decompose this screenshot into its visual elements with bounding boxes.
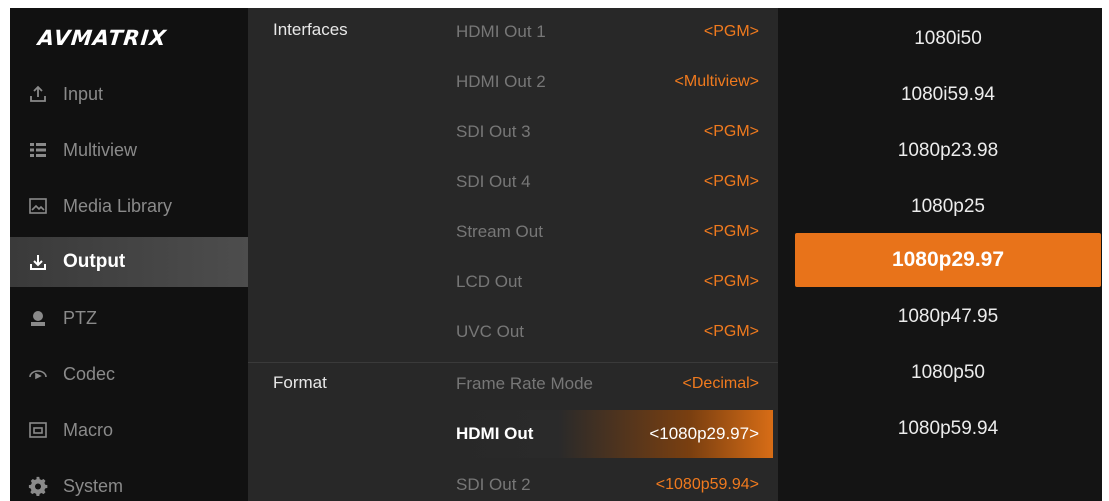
- sidebar-item-input[interactable]: Input: [10, 69, 248, 119]
- sidebar-item-media-library[interactable]: Media Library: [10, 181, 248, 231]
- setting-value: <PGM>: [703, 273, 759, 290]
- setting-label: SDI Out 4: [456, 172, 531, 191]
- gear-icon: [27, 475, 49, 497]
- setting-row-hdmi-out-1[interactable]: HDMI Out 1 <PGM>: [443, 8, 773, 56]
- setting-label: HDMI Out: [456, 424, 534, 443]
- sidebar-item-label: System: [63, 475, 124, 496]
- setting-value: <Multiview>: [674, 73, 759, 90]
- ptz-camera-icon: [27, 307, 49, 329]
- setting-label: SDI Out 3: [456, 122, 531, 141]
- sidebar: AVMATRIX Input Multiview Media Library O…: [10, 8, 268, 501]
- setting-label: SDI Out 2: [456, 475, 531, 494]
- setting-value: <1080p59.94>: [655, 476, 759, 493]
- setting-value: <1080p29.97>: [649, 424, 759, 443]
- codec-icon: [27, 363, 49, 385]
- option-item[interactable]: 1080p23.98: [795, 124, 1101, 178]
- setting-label: Stream Out: [456, 222, 543, 241]
- setting-label: HDMI Out 2: [456, 72, 546, 91]
- setting-label: LCD Out: [456, 272, 523, 291]
- section-title-format: Format: [273, 373, 327, 392]
- option-item[interactable]: 1080i59.94: [795, 68, 1101, 122]
- option-item[interactable]: 1080p47.95: [795, 290, 1101, 344]
- setting-row-hdmi-out-format[interactable]: HDMI Out <1080p29.97>: [443, 410, 773, 458]
- setting-label: HDMI Out 1: [456, 22, 546, 41]
- image-icon: [27, 195, 49, 217]
- output-settings-panel: Interfaces Format HDMI Out 1 <PGM> HDMI …: [248, 8, 778, 501]
- sidebar-item-label: Input: [63, 83, 104, 104]
- sidebar-item-multiview[interactable]: Multiview: [10, 125, 248, 175]
- option-item[interactable]: 1080i50: [795, 12, 1101, 66]
- setting-value: <PGM>: [703, 173, 759, 190]
- format-options-list: 1080i50 1080i59.94 1080p23.98 1080p25 10…: [778, 8, 1102, 501]
- setting-row-sdi-out-3[interactable]: SDI Out 3 <PGM>: [443, 108, 773, 156]
- setting-value: <PGM>: [703, 23, 759, 40]
- setting-label: Frame Rate Mode: [456, 374, 593, 393]
- setting-row-sdi-out-4[interactable]: SDI Out 4 <PGM>: [443, 158, 773, 206]
- upload-icon: [27, 83, 49, 105]
- sidebar-item-ptz[interactable]: PTZ: [10, 293, 248, 343]
- option-item[interactable]: 1080p59.94: [795, 402, 1101, 456]
- sidebar-item-label: Output: [63, 251, 126, 272]
- sidebar-item-label: Macro: [63, 419, 114, 440]
- sidebar-item-label: PTZ: [63, 307, 97, 328]
- sidebar-item-system[interactable]: System: [10, 461, 248, 501]
- brand-logo: AVMATRIX: [36, 26, 168, 50]
- option-item[interactable]: 1080p25: [795, 180, 1101, 234]
- setting-row-frame-rate-mode[interactable]: Frame Rate Mode <Decimal>: [443, 360, 773, 408]
- sidebar-item-macro[interactable]: Macro: [10, 405, 248, 455]
- setting-row-lcd-out[interactable]: LCD Out <PGM>: [443, 258, 773, 306]
- setting-value: <Decimal>: [682, 375, 759, 392]
- option-item-selected[interactable]: 1080p29.97: [795, 233, 1101, 287]
- sidebar-item-output[interactable]: Output: [10, 237, 268, 287]
- setting-row-hdmi-out-2[interactable]: HDMI Out 2 <Multiview>: [443, 58, 773, 106]
- sidebar-item-label: Codec: [63, 363, 116, 384]
- option-item[interactable]: 1080p50: [795, 346, 1101, 400]
- sidebar-item-label: Multiview: [63, 139, 138, 160]
- setting-label: UVC Out: [456, 322, 525, 341]
- app-screen: AVMATRIX Input Multiview Media Library O…: [10, 8, 1102, 501]
- macro-icon: [27, 419, 49, 441]
- sidebar-item-label: Media Library: [63, 195, 173, 216]
- setting-value: <PGM>: [703, 123, 759, 140]
- sidebar-item-codec[interactable]: Codec: [10, 349, 248, 399]
- setting-value: <PGM>: [703, 223, 759, 240]
- multiview-grid-icon: [27, 139, 49, 161]
- section-title-interfaces: Interfaces: [273, 20, 348, 39]
- setting-row-uvc-out[interactable]: UVC Out <PGM>: [443, 308, 773, 356]
- setting-value: <PGM>: [703, 323, 759, 340]
- setting-row-stream-out[interactable]: Stream Out <PGM>: [443, 208, 773, 256]
- download-icon: [27, 251, 49, 273]
- setting-row-sdi-out-2[interactable]: SDI Out 2 <1080p59.94>: [443, 461, 773, 501]
